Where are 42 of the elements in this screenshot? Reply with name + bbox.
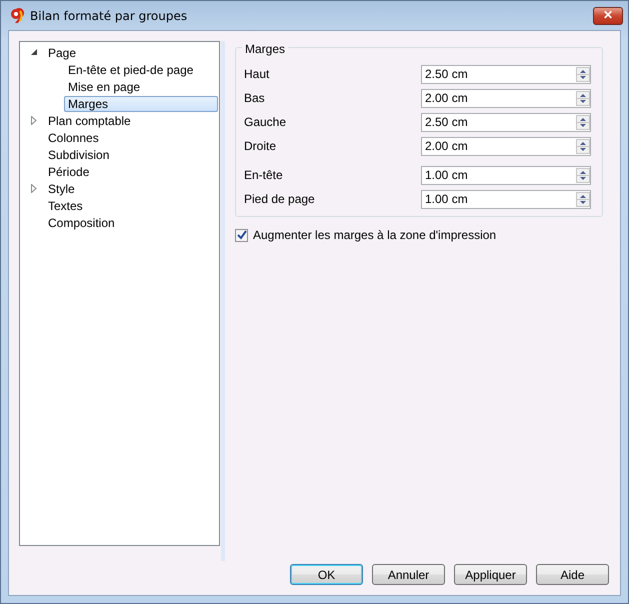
field-label: Haut bbox=[244, 67, 270, 81]
dialog-button[interactable]: Annuler bbox=[372, 564, 445, 585]
tree-item[interactable]: Page bbox=[44, 44, 80, 60]
field-label: Pied de page bbox=[244, 192, 315, 206]
spin-arrows-icon[interactable] bbox=[576, 114, 590, 130]
field-label: En-tête bbox=[244, 168, 283, 182]
field-label: Bas bbox=[244, 91, 265, 105]
field-label: Gauche bbox=[244, 115, 286, 129]
spin-arrows-icon[interactable] bbox=[576, 90, 590, 106]
spin-arrows-icon[interactable] bbox=[576, 138, 590, 154]
window-title: Bilan formaté par groupes bbox=[30, 8, 188, 24]
spin-field[interactable]: 2.50 cm bbox=[421, 112, 591, 132]
spin-field[interactable]: 1.00 cm bbox=[421, 166, 591, 184]
tree-item[interactable]: Colonnes bbox=[44, 130, 103, 146]
app-logo-icon bbox=[8, 8, 24, 24]
field-label: Droite bbox=[244, 139, 276, 153]
collapsed-arrow-icon[interactable] bbox=[31, 184, 37, 193]
close-button[interactable]: ✕ bbox=[593, 6, 623, 24]
spin-field[interactable]: 2.00 cm bbox=[421, 88, 591, 108]
tree-item[interactable]: Période bbox=[44, 164, 94, 180]
tree-item[interactable]: Mise en page bbox=[64, 78, 144, 94]
dialog-button[interactable]: Aide bbox=[536, 564, 609, 585]
expanded-arrow-icon[interactable] bbox=[30, 49, 38, 56]
spin-field[interactable]: 2.00 cm bbox=[421, 136, 591, 156]
tree-item[interactable]: En-tête et pied-de page bbox=[64, 62, 198, 78]
spin-arrows-icon[interactable] bbox=[576, 168, 590, 182]
spin-field[interactable]: 2.50 cm bbox=[421, 64, 591, 84]
tree-item[interactable]: Marges bbox=[64, 96, 218, 112]
spin-field[interactable]: 1.00 cm bbox=[421, 190, 591, 208]
tree-item[interactable]: Subdivision bbox=[44, 146, 114, 162]
collapsed-arrow-icon[interactable] bbox=[31, 116, 37, 125]
tree-item[interactable]: Style bbox=[44, 180, 79, 196]
dialog-button[interactable]: OK bbox=[290, 564, 363, 585]
tree-item[interactable]: Textes bbox=[44, 198, 87, 214]
tree-item[interactable]: Composition bbox=[44, 214, 119, 230]
dialog-button[interactable]: Appliquer bbox=[454, 564, 527, 585]
checkbox[interactable] bbox=[235, 228, 248, 242]
splitter-handle[interactable] bbox=[221, 41, 225, 561]
spin-arrows-icon[interactable] bbox=[576, 192, 590, 206]
spin-arrows-icon[interactable] bbox=[576, 66, 590, 82]
checkbox-label: Augmenter les marges à la zone d'impression bbox=[253, 227, 496, 244]
tree-item[interactable]: Plan comptable bbox=[44, 112, 135, 128]
